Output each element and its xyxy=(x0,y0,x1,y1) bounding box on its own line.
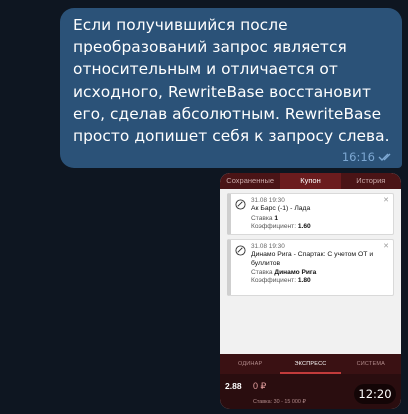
puck-icon xyxy=(235,199,246,210)
stake-input[interactable]: 0 ₽ xyxy=(253,381,266,392)
message-time: 16:16 xyxy=(341,150,375,164)
bet-mode-tabs: ОДИНАР ЭКСПРЕСС СИСТЕМА xyxy=(220,354,401,374)
tab-saved[interactable]: Сохраненные xyxy=(220,173,280,189)
bet-card: ✕ 31.08 19:30 Ак Барс (-1) - Лада Ставка… xyxy=(227,193,394,235)
coupon-tabs: Сохраненные Купон История xyxy=(220,173,401,189)
bet-stake-row: Ставка Динамо Рига xyxy=(251,269,317,276)
tab-coupon[interactable]: Купон xyxy=(280,173,341,189)
media-time-badge: 12:20 xyxy=(354,384,396,404)
bet-date: 31.08 19:30 xyxy=(251,197,285,204)
stake-range: Ставка: 30 - 15 000 ₽ xyxy=(253,399,306,405)
attached-screenshot[interactable]: Сохраненные Купон История ✕ 31.08 19:30 … xyxy=(220,173,401,409)
bet-event: Ак Барс (-1) - Лада xyxy=(251,205,311,212)
remove-bet-icon[interactable]: ✕ xyxy=(383,242,389,250)
mode-system[interactable]: СИСТЕМА xyxy=(341,354,401,374)
message-text: Если получившийся после преобразований з… xyxy=(73,16,390,146)
message-meta: 16:16 xyxy=(342,150,394,164)
puck-icon xyxy=(235,245,246,256)
total-coefficient: 2.88 xyxy=(225,381,242,391)
mode-single[interactable]: ОДИНАР xyxy=(220,354,280,374)
bet-card: ✕ 31.08 19:30 Динамо Рига - Спартак: С у… xyxy=(227,239,394,296)
remove-bet-icon[interactable]: ✕ xyxy=(383,196,389,204)
bet-coef-row: Коэффициент: 1.80 xyxy=(251,277,311,284)
bet-event: Динамо Рига - Спартак: С учетом ОТ и бул… xyxy=(251,251,374,267)
message-bubble: Если получившийся после преобразований з… xyxy=(60,8,402,168)
double-check-icon xyxy=(378,153,391,161)
tab-history[interactable]: История xyxy=(341,173,401,189)
mode-express[interactable]: ЭКСПРЕСС xyxy=(280,354,341,374)
bet-date: 31.08 19:30 xyxy=(251,243,285,250)
bet-stake-row: Ставка 1 xyxy=(251,214,279,222)
bet-coef-row: Коэффициент: 1.60 xyxy=(251,222,311,230)
